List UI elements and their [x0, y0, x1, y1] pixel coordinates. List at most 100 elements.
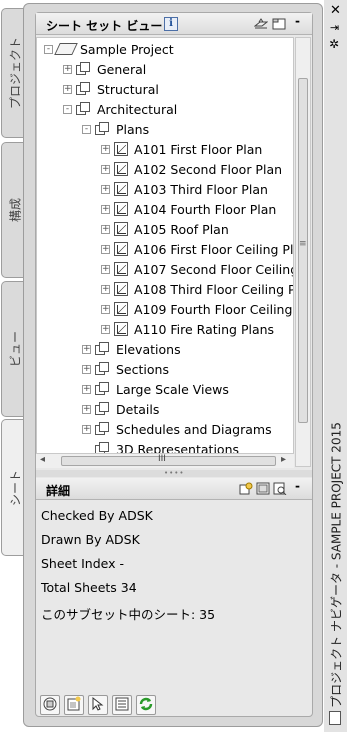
sheet-icon — [114, 322, 128, 336]
expand-icon[interactable]: + — [101, 324, 110, 334]
tree-item-label: A106 First Floor Ceiling Plan — [134, 241, 294, 257]
horizontal-grip: III — [158, 454, 166, 464]
zoom-preview-icon[interactable] — [273, 482, 287, 495]
collapse-icon[interactable]: - — [44, 44, 53, 54]
tree-item-label: A102 Second Floor Plan — [134, 161, 283, 177]
details-view-icon[interactable] — [256, 482, 270, 495]
panel-splitter[interactable]: •••• — [36, 470, 312, 477]
subset-sheets-line: このサブセット中のシート: 35 — [41, 607, 216, 622]
sheets-panel: シート セット ビュー i - - Sample Project + General +… — [35, 12, 313, 717]
expand-icon[interactable]: + — [82, 384, 91, 394]
tree-item-label: Large Scale Views — [116, 381, 229, 397]
expand-icon[interactable]: + — [82, 344, 91, 354]
tree-item-label: A101 First Floor Plan — [134, 141, 263, 157]
sheet-icon — [114, 202, 128, 216]
tree-subset-row[interactable]: + General — [63, 59, 146, 79]
expand-icon[interactable]: + — [101, 144, 110, 154]
tree-sheet-row[interactable]: + A110 Fire Rating Plans — [101, 319, 274, 339]
tree-subset-row[interactable]: + Sections — [82, 359, 169, 379]
vertical-grip: ≡ — [299, 239, 307, 249]
sheet-set-icon[interactable] — [254, 17, 268, 30]
scroll-left-arrow[interactable]: ◂ — [40, 454, 45, 465]
sheet-set-icon — [54, 43, 78, 55]
tree-sheet-row[interactable]: + A105 Roof Plan — [101, 219, 229, 239]
new-sheet-button[interactable] — [64, 695, 84, 715]
tree-sheet-row[interactable]: + A104 Fourth Floor Plan — [101, 199, 276, 219]
expand-icon[interactable]: + — [101, 184, 110, 194]
scroll-right-arrow[interactable]: ▸ — [281, 454, 286, 465]
expand-icon[interactable]: + — [101, 304, 110, 314]
tree-item-label: Plans — [116, 121, 150, 137]
subset-icon — [76, 102, 92, 116]
expand-icon[interactable]: + — [101, 224, 110, 234]
horizontal-scrollbar[interactable]: ◂ III ▸ — [36, 453, 294, 468]
sheet-icon — [114, 222, 128, 236]
expand-icon[interactable]: + — [101, 244, 110, 254]
tree-sheet-row[interactable]: + A109 Fourth Floor Ceiling Plan — [101, 299, 293, 319]
tree-sheet-row[interactable]: + A103 Third Floor Plan — [101, 179, 268, 199]
tree-subset-row[interactable]: - Plans — [82, 119, 149, 139]
subset-icon — [95, 402, 111, 416]
tree-item-label: Schedules and Diagrams — [116, 421, 272, 437]
sheet-list-button[interactable] — [112, 695, 132, 715]
tree-item-label: Sections — [116, 361, 169, 377]
splitter-grip: •••• — [164, 469, 185, 477]
tree-subset-row[interactable]: + Structural — [63, 79, 159, 99]
vertical-scroll-thumb[interactable]: ≡ — [298, 78, 308, 423]
tree-project-row[interactable]: - Sample Project — [44, 39, 174, 59]
expand-icon[interactable]: + — [82, 364, 91, 374]
subset-icon — [95, 382, 111, 396]
horizontal-scroll-thumb[interactable]: III — [61, 454, 276, 466]
tree-sheet-row[interactable]: + A108 Third Floor Ceiling Plan — [101, 279, 293, 299]
preview-icon[interactable] — [239, 482, 253, 495]
sheet-icon — [114, 242, 128, 256]
tree-subset-row[interactable]: + Details — [82, 399, 159, 419]
expand-icon[interactable]: + — [101, 264, 110, 274]
expand-icon[interactable]: + — [82, 424, 91, 434]
expand-icon[interactable]: + — [101, 164, 110, 174]
sheet-index-line: Sheet Index - — [41, 556, 125, 571]
tree-sheet-row[interactable]: + A101 First Floor Plan — [101, 139, 262, 159]
minimize-details-button[interactable]: - — [295, 479, 309, 493]
expand-icon[interactable]: + — [101, 284, 110, 294]
tree-subset-row[interactable]: - Architectural — [63, 99, 177, 119]
tree-subset-row[interactable]: + Elevations — [82, 339, 181, 359]
collapse-icon[interactable]: - — [82, 124, 91, 134]
expand-icon[interactable]: + — [101, 204, 110, 214]
sheet-icon — [114, 142, 128, 156]
refresh-button[interactable] — [136, 695, 156, 715]
new-sheet-icon — [67, 696, 81, 711]
sheet-set-manager-icon — [43, 697, 57, 711]
refresh-icon — [139, 697, 153, 711]
minimize-sheet-view-button[interactable]: - — [295, 14, 309, 28]
drawn-by-line: Drawn By ADSK — [41, 532, 140, 547]
info-icon[interactable]: i — [164, 17, 178, 31]
close-button[interactable]: ✕ — [330, 3, 341, 18]
tab-constructs-label: 構成 — [8, 197, 23, 223]
sheet-icon — [114, 162, 128, 176]
bottom-toolbar — [36, 693, 312, 717]
sheet-set-manager-button[interactable] — [40, 695, 60, 715]
tree-item-label: Architectural — [97, 101, 178, 117]
vertical-scrollbar[interactable]: ≡ — [295, 37, 311, 467]
tree-item-label: A109 Fourth Floor Ceiling Plan — [134, 301, 293, 317]
select-view-button[interactable] — [88, 695, 108, 715]
expand-icon[interactable]: + — [82, 404, 91, 414]
tree-sheet-row[interactable]: + A107 Second Floor Ceiling Plan — [101, 259, 293, 279]
tree-subset-row[interactable]: + Schedules and Diagrams — [82, 419, 272, 439]
tree-sheet-row[interactable]: + A102 Second Floor Plan — [101, 159, 282, 179]
palette-title-bar: ✕ ⇥ ✲ プロジェクト ナビゲータ - SAMPLE PROJECT 2015 — [324, 0, 347, 732]
expand-icon[interactable]: + — [63, 64, 72, 74]
sheet-icon — [114, 182, 128, 196]
palette-document-icon[interactable] — [329, 711, 341, 725]
expand-icon[interactable]: + — [63, 84, 72, 94]
collapse-icon[interactable]: - — [63, 104, 72, 114]
cursor-icon — [92, 696, 104, 711]
auto-hide-button[interactable]: ⇥ — [330, 21, 339, 34]
tab-views-label: ビュー — [8, 330, 23, 368]
subset-icon — [76, 82, 92, 96]
tree-subset-row[interactable]: + Large Scale Views — [82, 379, 229, 399]
tree-sheet-row[interactable]: + A106 First Floor Ceiling Plan — [101, 239, 294, 259]
properties-button[interactable]: ✲ — [329, 37, 339, 51]
open-folder-icon[interactable] — [272, 17, 286, 30]
